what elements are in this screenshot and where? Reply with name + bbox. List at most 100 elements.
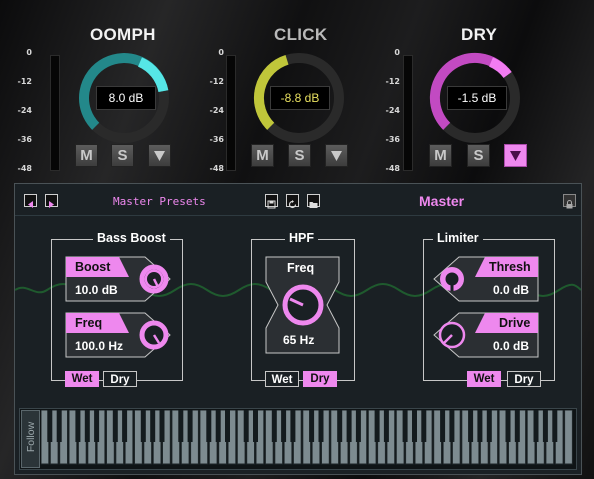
hpf-freq-label: Freq: [287, 261, 315, 275]
black-key[interactable]: [542, 410, 548, 442]
hpf-wet-button[interactable]: Wet: [265, 371, 299, 387]
prev-preset-button[interactable]: [24, 194, 37, 208]
black-key[interactable]: [505, 410, 511, 442]
scale-label: -24: [385, 106, 400, 115]
black-key[interactable]: [383, 410, 389, 442]
black-key[interactable]: [421, 410, 427, 442]
drive-knob[interactable]: [437, 320, 467, 350]
bass-boost-wet-button[interactable]: Wet: [65, 371, 99, 387]
black-key[interactable]: [440, 410, 446, 442]
thresh-knob[interactable]: [437, 264, 467, 294]
follow-label: Follow: [25, 421, 37, 453]
black-key[interactable]: [355, 410, 361, 442]
scale-label: -24: [17, 106, 32, 115]
black-key[interactable]: [271, 410, 277, 442]
black-key[interactable]: [150, 410, 156, 442]
next-preset-button[interactable]: [45, 194, 58, 208]
click-solo-button[interactable]: S: [288, 144, 311, 167]
bass-freq-knob[interactable]: [139, 320, 169, 350]
black-key[interactable]: [225, 410, 230, 442]
black-key[interactable]: [178, 410, 184, 442]
presets-label[interactable]: Master Presets: [113, 195, 206, 208]
oomph-level-meter: [50, 55, 60, 171]
black-key[interactable]: [84, 410, 90, 442]
lock-button[interactable]: [563, 194, 576, 209]
black-key[interactable]: [243, 410, 249, 442]
black-key[interactable]: [309, 410, 315, 442]
black-key[interactable]: [206, 410, 212, 442]
click-meter-scale: 0 -12 -24 -36 -48: [198, 48, 224, 178]
save-preset-button[interactable]: [265, 194, 278, 209]
black-key[interactable]: [533, 410, 539, 442]
dry-meter-scale: 0 -12 -24 -36 -48: [374, 48, 400, 178]
black-key[interactable]: [449, 410, 455, 442]
black-key[interactable]: [346, 410, 352, 442]
arrow-down-icon: [331, 151, 342, 161]
black-key[interactable]: [56, 410, 62, 442]
click-arrow-down-button[interactable]: [325, 144, 348, 167]
black-key[interactable]: [402, 410, 408, 442]
black-key[interactable]: [112, 410, 118, 442]
black-key[interactable]: [552, 410, 558, 442]
black-key[interactable]: [187, 410, 193, 442]
thresh-value: 0.0 dB: [493, 283, 530, 297]
black-key[interactable]: [486, 410, 492, 442]
black-key[interactable]: [514, 410, 520, 442]
plugin-window: 0 -12 -24 -36 -48 OOMPH 8.0 dB M S 0 -12…: [0, 0, 594, 479]
hpf-freq-knob[interactable]: [281, 283, 325, 327]
bass-boost-title: Bass Boost: [93, 231, 170, 245]
black-key[interactable]: [412, 410, 417, 442]
click-value-display[interactable]: -8.8 dB: [270, 86, 330, 110]
black-key[interactable]: [159, 410, 165, 442]
dry-arrow-down-button[interactable]: [504, 144, 527, 167]
black-key[interactable]: [75, 410, 81, 442]
dry-value-display[interactable]: -1.5 dB: [447, 86, 507, 110]
hpf-dry-button[interactable]: Dry: [303, 371, 337, 387]
dry-mute-button[interactable]: M: [429, 144, 452, 167]
folder-button[interactable]: [307, 194, 320, 208]
click-level-meter: [226, 55, 236, 171]
oomph-solo-button[interactable]: S: [111, 144, 134, 167]
black-key[interactable]: [290, 410, 296, 442]
reload-preset-button[interactable]: [286, 194, 299, 209]
scale-label: -12: [17, 77, 32, 86]
black-key[interactable]: [281, 410, 287, 442]
limiter-dry-button[interactable]: Dry: [507, 371, 541, 387]
scale-label: 0: [394, 48, 400, 57]
scale-label: -48: [17, 164, 32, 173]
dry-title: DRY: [461, 25, 498, 44]
piano-keys[interactable]: [41, 410, 573, 466]
black-key[interactable]: [122, 410, 128, 442]
black-key[interactable]: [318, 410, 324, 442]
white-key[interactable]: [564, 410, 573, 465]
black-key[interactable]: [477, 410, 483, 442]
click-mute-button[interactable]: M: [251, 144, 274, 167]
oomph-arrow-down-button[interactable]: [148, 144, 171, 167]
scale-label: -48: [385, 164, 400, 173]
bass-freq-label: Freq: [75, 316, 103, 330]
dry-level-meter: [403, 55, 413, 171]
boost-knob[interactable]: [139, 264, 169, 294]
next-icon: [49, 201, 54, 208]
limiter-wet-button[interactable]: Wet: [467, 371, 501, 387]
oomph-mute-button[interactable]: M: [75, 144, 98, 167]
black-key[interactable]: [140, 410, 146, 442]
black-key[interactable]: [374, 410, 380, 442]
black-key[interactable]: [215, 410, 221, 442]
reload-icon: [288, 200, 297, 209]
header-divider: [15, 215, 581, 216]
black-key[interactable]: [47, 410, 53, 442]
black-key[interactable]: [468, 410, 474, 442]
black-key[interactable]: [253, 410, 258, 442]
oomph-value-display[interactable]: 8.0 dB: [96, 86, 156, 110]
scale-label: -36: [17, 135, 32, 144]
bass-boost-dry-button[interactable]: Dry: [103, 371, 137, 387]
boost-label: Boost: [75, 260, 111, 274]
black-key[interactable]: [337, 410, 343, 442]
black-key[interactable]: [94, 410, 100, 442]
hpf-freq-value: 65 Hz: [283, 333, 315, 347]
panel-title: Master: [419, 193, 465, 209]
dry-solo-button[interactable]: S: [467, 144, 490, 167]
follow-button[interactable]: Follow: [21, 410, 40, 468]
boost-value: 10.0 dB: [75, 283, 118, 297]
